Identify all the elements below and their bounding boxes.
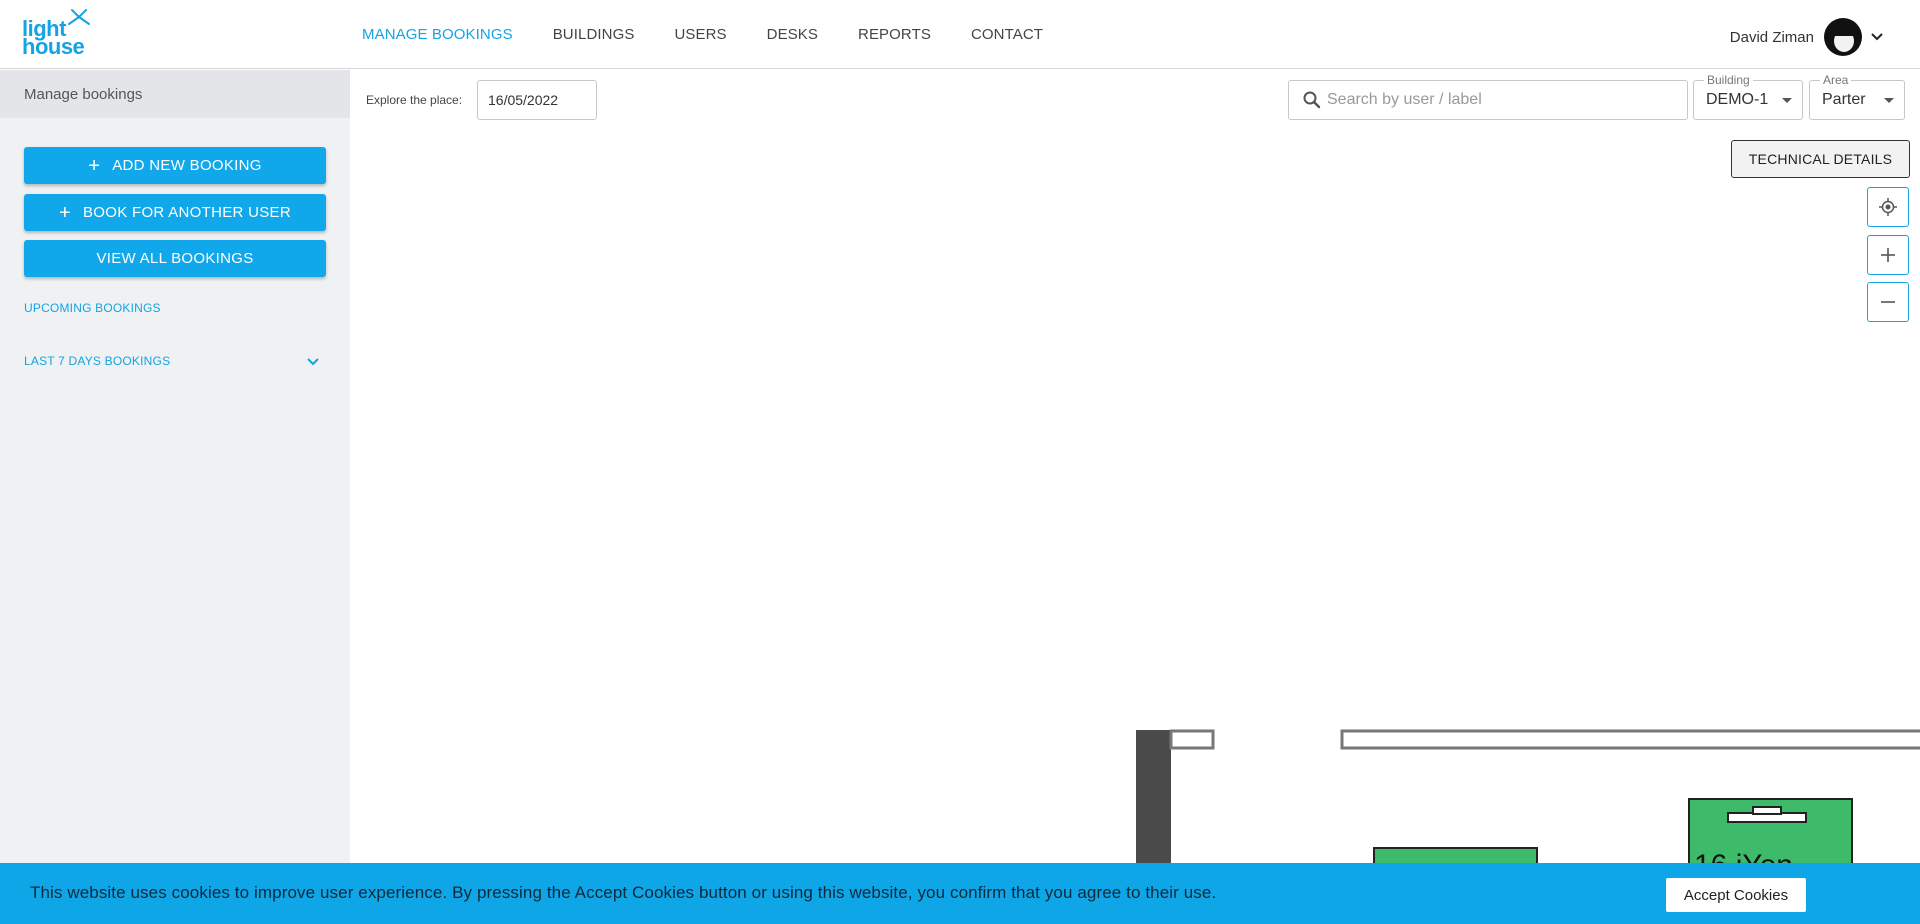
date-field[interactable]: 16/05/2022 <box>477 80 597 120</box>
floor-map-area: 16 iYon Explore the place: 16/05/2022 Bu… <box>350 70 1920 924</box>
monitor-stand <box>1752 806 1782 815</box>
accept-cookies-button[interactable]: Accept Cookies <box>1666 878 1806 912</box>
locate-button[interactable] <box>1867 187 1909 227</box>
top-navbar: light house MANAGE BOOKINGS BUILDINGS US… <box>0 0 1920 69</box>
plus-icon: + <box>88 154 101 177</box>
caret-down-icon <box>1884 98 1894 103</box>
logo-text-house: house <box>22 34 85 59</box>
avatar[interactable] <box>1824 18 1862 56</box>
nav-buildings[interactable]: BUILDINGS <box>553 26 635 43</box>
lighthouse-logo[interactable]: light house <box>22 6 96 58</box>
user-name: David Ziman <box>1729 28 1814 46</box>
area-select[interactable]: Area Parter <box>1809 73 1905 120</box>
nav-desks[interactable]: DESKS <box>767 26 818 43</box>
zoom-in-button[interactable] <box>1867 235 1909 275</box>
cookie-message: This website uses cookies to improve use… <box>30 883 1217 902</box>
sidebar: Manage bookings + ADD NEW BOOKING + BOOK… <box>0 70 350 924</box>
wall-pillar <box>1136 730 1171 880</box>
view-all-bookings-button[interactable]: VIEW ALL BOOKINGS <box>24 240 326 277</box>
locate-icon <box>1879 198 1897 216</box>
search-field[interactable] <box>1288 80 1688 120</box>
nav-contact[interactable]: CONTACT <box>971 26 1043 43</box>
plus-icon: + <box>59 201 71 224</box>
wall-segment <box>1340 729 1920 750</box>
main-nav: MANAGE BOOKINGS BUILDINGS USERS DESKS RE… <box>362 0 1083 69</box>
area-legend: Area <box>1820 73 1852 87</box>
building-value: DEMO-1 <box>1706 91 1769 108</box>
add-new-booking-button[interactable]: + ADD NEW BOOKING <box>24 147 326 184</box>
cookie-banner: This website uses cookies to improve use… <box>0 863 1920 924</box>
plus-icon <box>1881 248 1895 262</box>
nav-reports[interactable]: REPORTS <box>858 26 931 43</box>
lighthouse-rays-icon <box>68 9 90 25</box>
last-7-days-bookings-link[interactable]: LAST 7 DAYS BOOKINGS <box>24 354 170 368</box>
search-icon <box>1303 91 1321 109</box>
nav-manage-bookings[interactable]: MANAGE BOOKINGS <box>362 26 513 43</box>
building-select[interactable]: Building DEMO-1 <box>1693 73 1803 120</box>
chevron-down-icon[interactable] <box>306 355 320 369</box>
add-new-booking-label: ADD NEW BOOKING <box>112 157 262 174</box>
search-input[interactable] <box>1327 91 1667 109</box>
user-menu[interactable]: David Ziman <box>1730 18 1884 56</box>
area-value: Parter <box>1822 91 1866 108</box>
minus-icon <box>1881 301 1895 303</box>
explore-label: Explore the place: <box>366 93 463 107</box>
book-for-another-user-label: BOOK FOR ANOTHER USER <box>82 204 291 221</box>
chevron-down-icon[interactable] <box>1870 32 1884 42</box>
caret-down-icon <box>1782 98 1792 103</box>
upcoming-bookings-link[interactable]: UPCOMING BOOKINGS <box>24 301 161 315</box>
wall-segment <box>1169 729 1215 750</box>
nav-users[interactable]: USERS <box>674 26 726 43</box>
technical-details-button[interactable]: TECHNICAL DETAILS <box>1731 140 1910 178</box>
monitor-icon <box>1727 812 1807 823</box>
building-legend: Building <box>1704 73 1753 87</box>
floor-plan: 16 iYon <box>1136 729 1920 890</box>
book-for-another-user-button[interactable]: + BOOK FOR ANOTHER USER <box>24 194 326 231</box>
sidebar-title: Manage bookings <box>0 70 350 118</box>
zoom-out-button[interactable] <box>1867 282 1909 322</box>
